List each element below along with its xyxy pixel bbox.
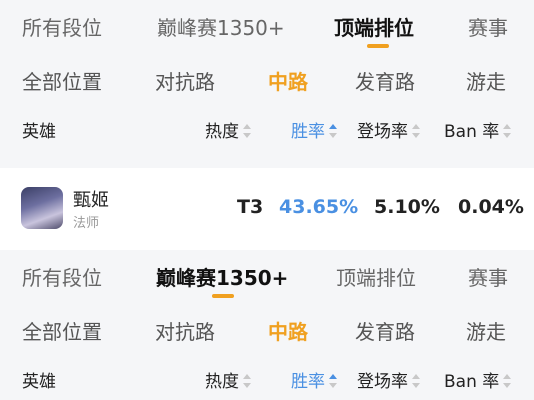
lane-mid[interactable]: 中路 xyxy=(268,312,308,352)
table-header: 英雄 热度 胜率 登场率 Ban 率 xyxy=(0,366,534,398)
header-heat[interactable]: 热度 xyxy=(205,116,251,148)
hero-role: 法师 xyxy=(73,216,100,231)
hero-name: 甄姬 xyxy=(73,190,109,211)
tab-all-ranks[interactable]: 所有段位 xyxy=(22,8,102,48)
lane-farm[interactable]: 发育路 xyxy=(355,62,415,102)
sort-asc-icon xyxy=(329,124,337,138)
active-tab-indicator xyxy=(212,294,234,298)
lane-all[interactable]: 全部位置 xyxy=(22,312,102,352)
lane-tabs: 全部位置 对抗路 中路 发育路 游走 xyxy=(0,312,534,352)
tab-tournament[interactable]: 赛事 xyxy=(468,8,508,48)
lane-roam[interactable]: 游走 xyxy=(466,312,506,352)
active-tab-indicator xyxy=(367,44,389,48)
header-winrate[interactable]: 胜率 xyxy=(291,366,337,398)
lane-farm[interactable]: 发育路 xyxy=(355,312,415,352)
hero-tier: T3 xyxy=(237,196,264,218)
header-banrate[interactable]: Ban 率 xyxy=(444,366,512,398)
sort-icon xyxy=(412,374,420,388)
lane-roam[interactable]: 游走 xyxy=(466,62,506,102)
hero-pickrate: 5.10% xyxy=(374,196,440,218)
table-header: 英雄 热度 胜率 登场率 Ban 率 xyxy=(0,116,534,148)
lane-mid[interactable]: 中路 xyxy=(268,62,308,102)
sort-icon xyxy=(503,374,512,388)
tab-all-ranks[interactable]: 所有段位 xyxy=(22,258,102,298)
tab-peak-1350[interactable]: 巅峰赛1350+ xyxy=(156,258,288,298)
tab-top-ranked[interactable]: 顶端排位 xyxy=(336,258,416,298)
tab-top-ranked[interactable]: 顶端排位 xyxy=(334,8,414,48)
rank-tabs: 所有段位 巅峰赛1350+ 顶端排位 赛事 xyxy=(0,8,534,48)
lane-clash[interactable]: 对抗路 xyxy=(155,312,215,352)
header-banrate-label: Ban 率 xyxy=(444,372,500,392)
header-heat[interactable]: 热度 xyxy=(205,366,251,398)
hero-row[interactable]: 甄姬 法师 T3 43.65% 5.10% 0.04% xyxy=(0,168,534,250)
hero-banrate: 0.04% xyxy=(458,196,524,218)
hero-winrate: 43.65% xyxy=(279,196,359,218)
sort-icon xyxy=(412,124,420,138)
header-pickrate-label: 登场率 xyxy=(357,122,408,142)
hero-avatar xyxy=(21,187,63,229)
header-pickrate-label: 登场率 xyxy=(357,372,408,392)
header-banrate[interactable]: Ban 率 xyxy=(444,116,512,148)
header-winrate-label: 胜率 xyxy=(291,122,325,142)
sort-icon xyxy=(243,374,251,388)
header-banrate-label: Ban 率 xyxy=(444,122,500,142)
header-winrate[interactable]: 胜率 xyxy=(291,116,337,148)
rank-tabs: 所有段位 巅峰赛1350+ 顶端排位 赛事 xyxy=(0,258,534,298)
sort-icon xyxy=(243,124,251,138)
header-pickrate[interactable]: 登场率 xyxy=(357,116,420,148)
lane-tabs: 全部位置 对抗路 中路 发育路 游走 xyxy=(0,62,534,102)
header-hero: 英雄 xyxy=(22,372,56,392)
sort-asc-icon xyxy=(329,374,337,388)
header-heat-label: 热度 xyxy=(205,372,239,392)
header-heat-label: 热度 xyxy=(205,122,239,142)
header-winrate-label: 胜率 xyxy=(291,372,325,392)
header-hero: 英雄 xyxy=(22,122,56,142)
sort-icon xyxy=(503,124,512,138)
tab-peak-1350[interactable]: 巅峰赛1350+ xyxy=(157,8,285,48)
lane-clash[interactable]: 对抗路 xyxy=(155,62,215,102)
tab-tournament[interactable]: 赛事 xyxy=(468,258,508,298)
lane-all[interactable]: 全部位置 xyxy=(22,62,102,102)
header-pickrate[interactable]: 登场率 xyxy=(357,366,420,398)
